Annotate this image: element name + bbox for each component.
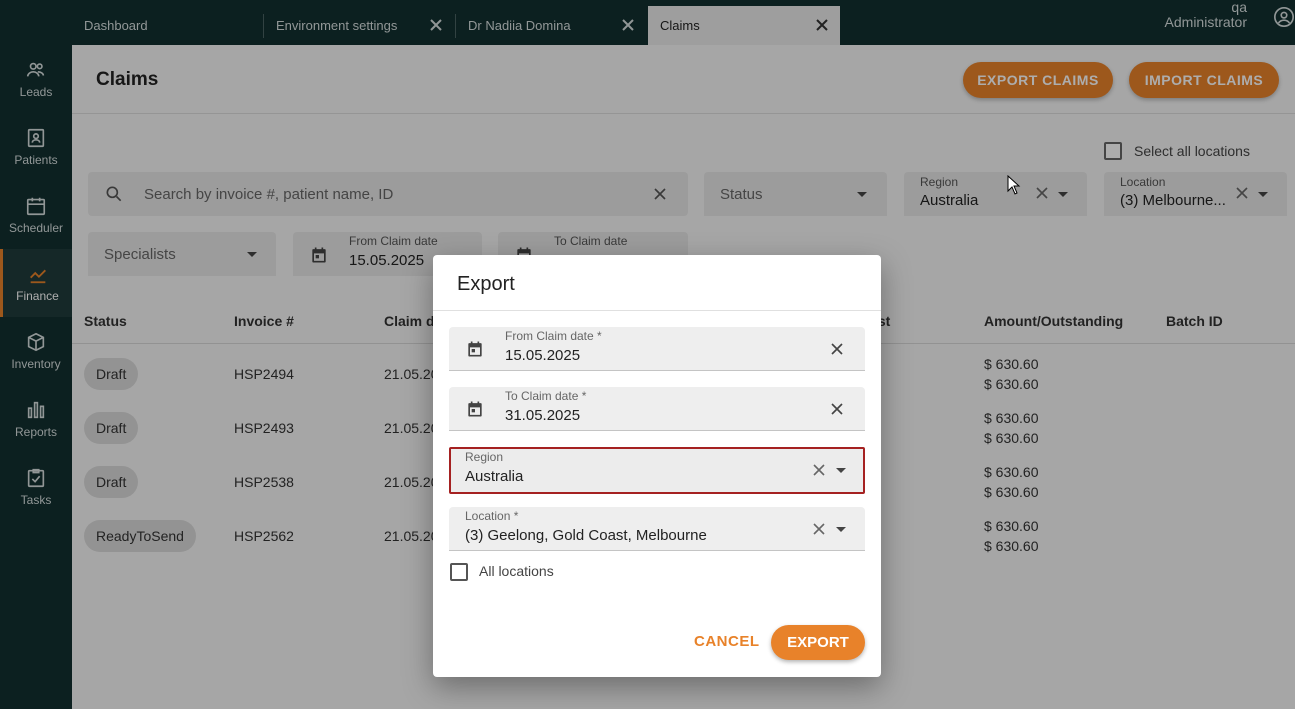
location-select[interactable]: Location * (3) Geelong, Gold Coast, Melb… — [449, 507, 865, 551]
clear-icon[interactable] — [827, 339, 847, 359]
from-date-label: From Claim date * — [505, 329, 602, 343]
clear-icon[interactable] — [811, 521, 827, 537]
from-claim-date-field[interactable]: From Claim date * 15.05.2025 — [449, 327, 865, 371]
cancel-button[interactable]: CANCEL — [694, 633, 760, 650]
calendar-icon — [468, 341, 482, 357]
calendar-icon — [468, 401, 482, 417]
clear-icon[interactable] — [811, 462, 827, 478]
mouse-cursor-icon — [1007, 175, 1021, 195]
clear-icon[interactable] — [827, 399, 847, 419]
region-select[interactable]: Region Australia — [449, 447, 865, 494]
to-claim-date-field[interactable]: To Claim date * 31.05.2025 — [449, 387, 865, 431]
divider — [433, 310, 881, 311]
chevron-down-icon — [836, 527, 846, 532]
location-value: (3) Geelong, Gold Coast, Melbourne — [465, 527, 707, 544]
region-value: Australia — [465, 468, 524, 485]
location-label: Location * — [465, 509, 519, 523]
export-button[interactable]: EXPORT — [771, 625, 865, 660]
export-dialog: Export From Claim date * 15.05.2025 To C… — [433, 255, 881, 677]
all-locations-label: All locations — [479, 563, 554, 579]
region-label: Region — [465, 450, 504, 464]
to-date-label: To Claim date * — [505, 389, 587, 403]
to-date-value: 31.05.2025 — [505, 407, 581, 424]
from-date-value: 15.05.2025 — [505, 347, 581, 364]
all-locations-checkbox[interactable] — [450, 563, 468, 581]
dialog-title: Export — [457, 273, 515, 295]
chevron-down-icon — [836, 468, 846, 473]
